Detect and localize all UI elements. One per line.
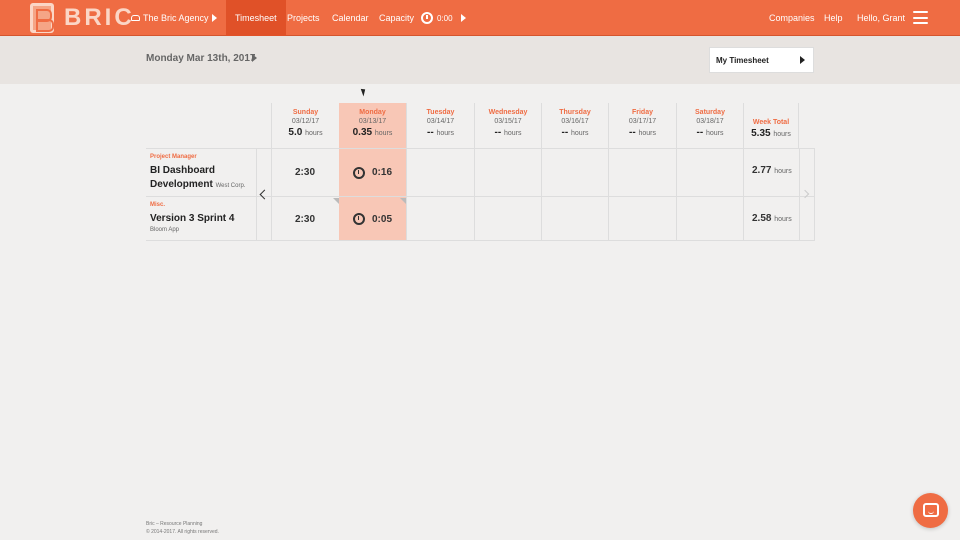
day-header-tuesday: Tuesday 03/14/17 -- hours xyxy=(406,103,474,148)
row-total: 2.58 hours xyxy=(752,213,792,224)
mouse-cursor-icon xyxy=(360,87,368,97)
table-row: Project Manager BI Dashboard Development… xyxy=(146,149,815,197)
timesheet-grid: Sunday 03/12/17 5.0 hours Monday 03/13/17 … xyxy=(146,103,815,241)
project-role: Misc. xyxy=(150,202,166,208)
nav-help[interactable]: Help xyxy=(824,0,843,36)
date-bar: Monday Mar 13th, 2017 My Timesheet xyxy=(0,36,960,84)
timesheet-rows: Project Manager BI Dashboard Development… xyxy=(146,148,815,241)
hamburger-menu-icon[interactable] xyxy=(913,11,928,24)
agency-name: The Bric Agency xyxy=(143,13,209,23)
timer-icon[interactable] xyxy=(352,166,365,179)
timer-icon xyxy=(421,12,433,24)
nav-companies[interactable]: Companies xyxy=(769,0,815,36)
row-total: 2.77 hours xyxy=(752,165,792,176)
my-timesheet-button[interactable]: My Timesheet xyxy=(709,47,814,73)
tab-projects[interactable]: Projects xyxy=(278,0,329,36)
top-navbar: BRIC The Bric Agency Timesheet Projects … xyxy=(0,0,960,36)
timer-icon[interactable] xyxy=(352,213,365,225)
nav-user-greeting[interactable]: Hello, Grant xyxy=(857,0,905,36)
chat-button[interactable] xyxy=(913,493,948,528)
bric-logo-icon xyxy=(30,3,54,33)
time-cell-sunday[interactable]: 2:30 xyxy=(271,149,339,196)
agency-arrow-icon[interactable] xyxy=(212,14,217,22)
bric-logo[interactable]: BRIC xyxy=(30,2,135,34)
day-header-wednesday: Wednesday 03/15/17 -- hours xyxy=(474,103,541,148)
timer-arrow-icon[interactable] xyxy=(461,14,466,22)
project-client: Bloom App xyxy=(150,227,180,233)
day-header-friday: Friday 03/17/17 -- hours xyxy=(608,103,676,148)
day-header-sunday: Sunday 03/12/17 5.0 hours xyxy=(271,103,339,148)
agency-switcher[interactable]: The Bric Agency xyxy=(131,0,209,36)
next-date-arrow-icon[interactable] xyxy=(252,54,257,62)
project-name[interactable]: Version 3 Sprint 4 xyxy=(150,212,234,226)
nav-timer[interactable]: 0:00 xyxy=(421,0,453,36)
day-header-thursday: Thursday 03/16/17 -- hours xyxy=(541,103,608,148)
timer-value: 0:00 xyxy=(437,13,453,23)
my-timesheet-label: My Timesheet xyxy=(716,56,769,65)
my-timesheet-arrow-icon xyxy=(800,56,805,64)
footer-product: Bric – Resource Planning xyxy=(146,521,203,527)
day-header-saturday: Saturday 03/18/17 -- hours xyxy=(676,103,743,148)
time-cell-monday[interactable]: 0:16 xyxy=(339,149,406,196)
footer: Bric – Resource Planning © 2014-2017. Al… xyxy=(146,520,219,536)
tab-timesheet[interactable]: Timesheet xyxy=(226,0,286,36)
project-role: Project Manager xyxy=(150,154,197,160)
project-client: West Corp. xyxy=(215,183,246,189)
time-cell-sunday[interactable]: 2:30 xyxy=(271,197,339,241)
time-cell-monday[interactable]: 0:05 xyxy=(339,197,406,241)
week-total-header: Week Total 5.35 hours xyxy=(743,103,799,148)
logo-text: BRIC xyxy=(64,4,135,31)
day-header-monday: Monday 03/13/17 0.35 hours xyxy=(352,109,393,138)
footer-copyright: © 2014-2017. All rights reserved. xyxy=(146,529,219,535)
chat-icon xyxy=(923,503,939,517)
car-icon xyxy=(131,15,140,21)
table-row: Misc. Version 3 Sprint 4 Bloom App 2:30 … xyxy=(146,197,815,241)
cell-corner-marker xyxy=(333,198,339,204)
current-date: Monday Mar 13th, 2017 xyxy=(146,53,256,64)
tab-capacity[interactable]: Capacity xyxy=(370,0,423,36)
project-name[interactable]: BI Dashboard Development West Corp. xyxy=(150,164,260,193)
